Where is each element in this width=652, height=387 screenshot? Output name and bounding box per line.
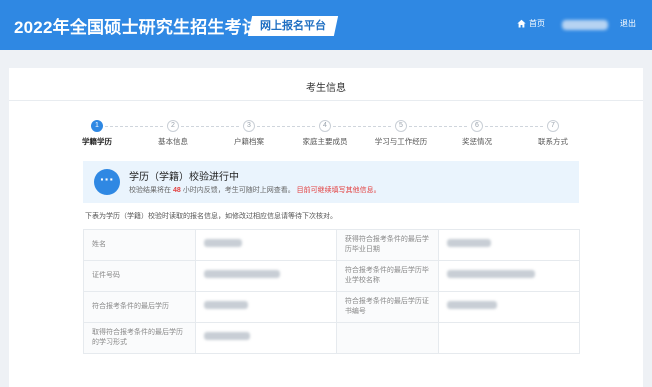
top-header: 2022年全国硕士研究生招生考试 网上报名平台 首页 退出 (0, 0, 652, 50)
field-label (335, 322, 439, 354)
step-label: 学习与工作经历 (374, 137, 428, 146)
step-1[interactable]: 1 学籍学历 (67, 120, 127, 147)
home-icon (517, 19, 526, 28)
step-number: 6 (471, 120, 483, 132)
step-3[interactable]: 3 户籍档案 (219, 120, 279, 147)
notice-warning: 目前可继续填写其他信息。 (296, 187, 381, 194)
home-label: 首页 (529, 19, 545, 28)
notice-title: 学历（学籍）校验进行中 (129, 172, 239, 183)
step-number: 7 (547, 120, 559, 132)
field-label: 符合报考条件的最后学历证书编号 (335, 291, 439, 323)
logout-link[interactable]: 退出 (620, 18, 636, 29)
verification-notice: ··· 学历（学籍）校验进行中 校验结果将在 48 小时内反馈，考生可随时上网查… (83, 161, 579, 203)
notice-text: 校验结果将在 48 小时内反馈，考生可随时上网查看。 目前可继续填写其他信息。 (129, 187, 381, 194)
step-2[interactable]: 2 基本信息 (143, 120, 203, 147)
more-dots-icon: ··· (94, 169, 120, 195)
step-number: 3 (243, 120, 255, 132)
platform-badge: 网上报名平台 (247, 16, 339, 36)
site-title: 2022年全国硕士研究生招生考试 (14, 18, 260, 37)
field-value-redacted (194, 260, 337, 292)
home-link[interactable]: 首页 (517, 18, 545, 29)
step-number: 4 (319, 120, 331, 132)
field-value-redacted (194, 322, 337, 354)
main-card: 考生信息 1 学籍学历 2 基本信息 3 户籍档案 4 家庭主要成员 5 学习与… (9, 68, 643, 387)
step-4[interactable]: 4 家庭主要成员 (295, 120, 355, 147)
step-6[interactable]: 6 奖惩情况 (447, 120, 507, 147)
table-description: 下表为学历（学籍）校验时读取的报名信息，如修改过相应信息请等待下次核对。 (85, 213, 337, 220)
applicant-info-table: 姓名 获得符合报考条件的最后学历毕业日期 证件号码 符合报考条件的最后学历毕业学… (83, 229, 581, 354)
step-number: 2 (167, 120, 179, 132)
step-number: 1 (91, 120, 103, 132)
field-label: 符合报考条件的最后学历 (83, 291, 196, 323)
field-value-redacted (437, 260, 581, 292)
field-label: 获得符合报考条件的最后学历毕业日期 (335, 229, 439, 261)
field-label: 取得符合报考条件的最后学历的学习形式 (83, 322, 196, 354)
step-label: 联系方式 (538, 137, 568, 146)
step-label: 户籍档案 (234, 137, 264, 146)
table-row: 证件号码 符合报考条件的最后学历毕业学校名称 (83, 260, 581, 292)
table-row: 符合报考条件的最后学历 符合报考条件的最后学历证书编号 (83, 291, 581, 323)
table-row: 取得符合报考条件的最后学历的学习形式 (83, 322, 581, 354)
field-value-redacted (194, 229, 337, 261)
step-number: 5 (395, 120, 407, 132)
step-label: 基本信息 (158, 137, 188, 146)
table-row: 姓名 获得符合报考条件的最后学历毕业日期 (83, 229, 581, 261)
field-value-redacted (194, 291, 337, 323)
step-7[interactable]: 7 联系方式 (523, 120, 583, 147)
hours-count: 48 (172, 187, 181, 194)
user-name-redacted (562, 20, 608, 30)
divider (9, 100, 643, 101)
field-label: 证件号码 (83, 260, 196, 292)
field-value-redacted (437, 229, 581, 261)
step-label: 奖惩情况 (462, 137, 492, 146)
page-title: 考生信息 (306, 83, 346, 94)
step-label: 学籍学历 (82, 137, 112, 146)
step-label: 家庭主要成员 (302, 137, 348, 146)
step-5[interactable]: 5 学习与工作经历 (371, 120, 431, 147)
field-label: 符合报考条件的最后学历毕业学校名称 (335, 260, 439, 292)
field-value (437, 322, 581, 354)
field-value-redacted (437, 291, 581, 323)
field-label: 姓名 (83, 229, 196, 261)
